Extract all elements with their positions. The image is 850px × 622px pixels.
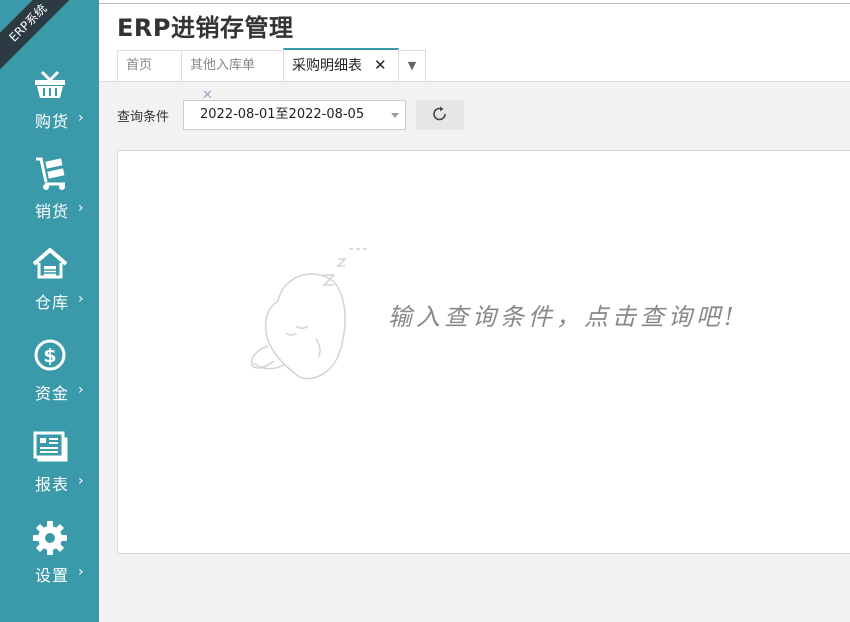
caret-down-icon xyxy=(391,113,399,118)
refresh-button[interactable] xyxy=(416,100,464,130)
hand-truck-icon xyxy=(36,157,65,190)
sidebar-item-warehouse[interactable]: 仓库 › xyxy=(0,247,99,335)
dollar-icon: $ xyxy=(34,339,66,371)
date-range-value: 2022-08-01至2022-08-05 xyxy=(200,107,365,122)
tab-label: 采购明细表 xyxy=(292,58,362,74)
sidebar-item-label: 报表 xyxy=(35,475,70,494)
sidebar-item-label: 销货 xyxy=(35,202,70,221)
tab-home[interactable]: 首页 xyxy=(117,50,182,81)
chevron-right-icon: › xyxy=(78,473,84,489)
chevron-right-icon: › xyxy=(78,564,84,580)
tab-label: 其他入库单 xyxy=(190,58,256,73)
refresh-icon xyxy=(433,106,446,120)
chevron-right-icon: › xyxy=(78,382,84,398)
sidebar-item-label: 设置 xyxy=(35,566,70,585)
gear-icon xyxy=(33,521,67,555)
date-range-select[interactable]: 2022-08-01至2022-08-05 xyxy=(183,100,406,130)
basket-icon xyxy=(35,70,65,98)
sidebar: ERP系统 购货 › 销货 › 仓库 › $ 资金 › 报表 › 设置 › xyxy=(0,0,99,622)
close-icon[interactable]: ✕ xyxy=(374,56,387,74)
svg-text:$: $ xyxy=(43,345,56,367)
page-title: ERP进销存管理 xyxy=(117,14,294,42)
chevron-right-icon: › xyxy=(78,200,84,216)
header: ERP进销存管理 首页 其他入库单✕ 采购明细表 ✕ ▼ xyxy=(99,4,850,103)
chevron-right-icon: › xyxy=(78,110,84,126)
sidebar-item-label: 仓库 xyxy=(35,293,70,312)
sidebar-item-sales[interactable]: 销货 › xyxy=(0,156,99,244)
tab-bar: 首页 其他入库单✕ 采购明细表 ✕ ▼ xyxy=(117,48,426,103)
sidebar-item-label: 资金 xyxy=(35,384,70,403)
system-badge: ERP系统 xyxy=(0,0,80,75)
empty-state-message: 输入查询条件，点击查询吧! xyxy=(388,303,738,331)
chevron-down-icon: ▼ xyxy=(407,59,417,72)
tab-purchase-detail[interactable]: 采购明细表 ✕ xyxy=(283,48,399,81)
sidebar-item-purchase[interactable]: 购货 › xyxy=(0,66,99,154)
warehouse-icon xyxy=(32,248,68,279)
tab-other-inbound[interactable]: 其他入库单✕ xyxy=(181,50,284,103)
tabs-more-dropdown[interactable]: ▼ xyxy=(398,50,426,81)
query-label: 查询条件 xyxy=(117,110,170,125)
sidebar-item-settings[interactable]: 设置 › xyxy=(0,520,99,608)
sidebar-item-label: 购货 xyxy=(35,112,70,131)
report-icon xyxy=(33,431,68,462)
sidebar-item-reports[interactable]: 报表 › xyxy=(0,429,99,517)
results-panel: 输入查询条件，点击查询吧! xyxy=(117,150,850,554)
chevron-right-icon: › xyxy=(78,291,84,307)
sidebar-item-funds[interactable]: $ 资金 › xyxy=(0,338,99,426)
sleeping-mascot-illustration xyxy=(250,248,367,380)
tab-label: 首页 xyxy=(126,58,153,73)
